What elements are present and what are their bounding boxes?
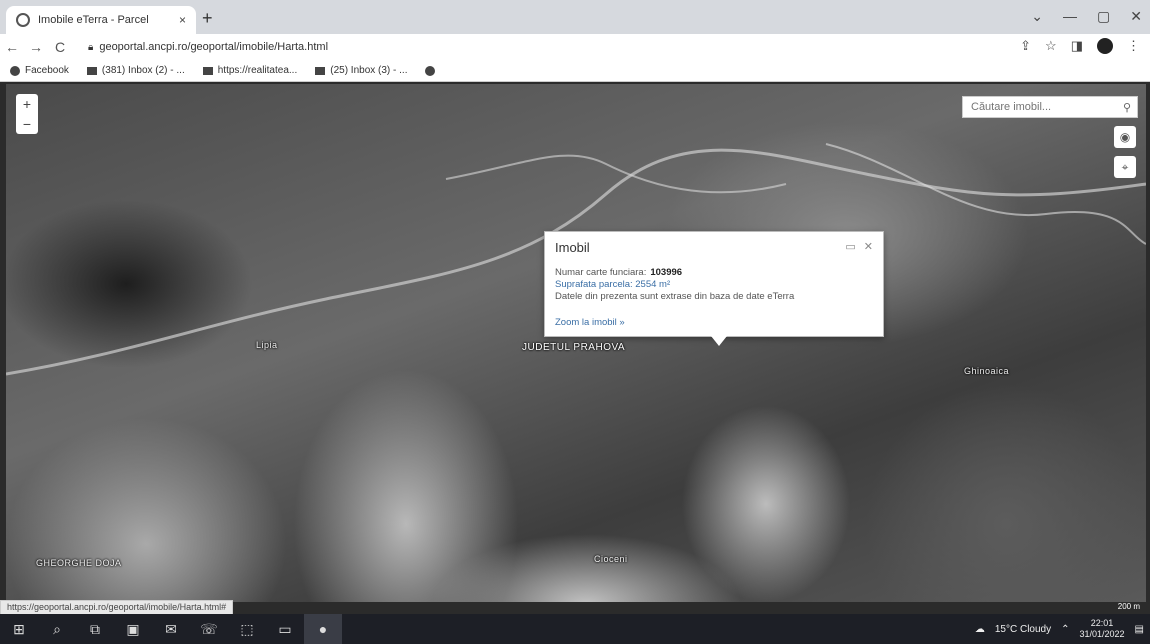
windows-taskbar: ⊞ ⌕ ⧉ ▣ ✉ ☏ ⬚ ▭ ● ☁ 15°C Cloudy ⌃ 22:01 … — [0, 614, 1150, 644]
bookmark-star-icon[interactable]: ☆ — [1045, 38, 1057, 54]
notification-icon[interactable]: ▤ — [1135, 624, 1144, 635]
bookmark-label: (381) Inbox (2) - ... — [101, 65, 185, 76]
browser-toolbar: ← → C 🔒︎ geoportal.ancpi.ro/geoportal/im… — [0, 34, 1150, 60]
map-label-village-right: Ghinoaica — [964, 366, 1010, 376]
url-text: geoportal.ancpi.ro/geoportal/imobile/Har… — [99, 41, 329, 53]
cadastral-label: Numar carte funciara: — [555, 267, 647, 278]
clock-time: 22:01 — [1090, 618, 1114, 628]
zoom-control: + − — [16, 94, 38, 134]
popup-title: Imobil — [555, 240, 590, 255]
locate-button[interactable]: ⌖ — [1114, 156, 1136, 178]
bookmark-item[interactable]: Facebook — [10, 65, 69, 76]
chrome-icon[interactable]: ● — [304, 614, 342, 644]
search-icon[interactable]: ⌕ — [38, 614, 76, 644]
file-explorer-icon[interactable]: ▭ — [266, 614, 304, 644]
tab-search-icon[interactable]: ⌄ — [1031, 8, 1043, 25]
mail-icon — [86, 66, 97, 75]
facebook-icon — [425, 65, 436, 76]
tab-title: Imobile eTerra - Parcel — [38, 14, 149, 26]
popup-actions: ▭ ✕ — [845, 240, 873, 253]
clock-date: 31/01/2022 — [1079, 629, 1125, 639]
news-icon — [202, 66, 213, 75]
toolbar-actions: ⇪ ☆ ◨ ⋮ — [1020, 38, 1140, 54]
clock[interactable]: 22:01 31/01/2022 — [1080, 618, 1125, 640]
start-icon[interactable]: ⊞ — [0, 614, 38, 644]
map-search-box: ⚲ — [962, 96, 1138, 118]
bookmark-item[interactable]: https://realitatea... — [202, 65, 298, 76]
lock-icon: 🔒︎ — [88, 41, 94, 53]
layers-button[interactable]: ◉ — [1114, 126, 1136, 148]
app-icon[interactable]: ▣ — [114, 614, 152, 644]
map-scale: 200 m — [1117, 602, 1140, 611]
network-icon[interactable]: ⌃ — [1061, 624, 1069, 635]
bookmark-label: (25) Inbox (3) - ... — [330, 65, 408, 76]
back-button[interactable]: ← — [0, 39, 24, 55]
maximize-button[interactable]: ▢ — [1097, 8, 1110, 25]
reload-button[interactable]: C — [48, 39, 72, 55]
app-icon[interactable]: ⬚ — [228, 614, 266, 644]
cadastral-number: 103996 — [650, 267, 683, 278]
tab-strip: Imobile eTerra - Parcel × + ⌄ — ▢ ✕ — [0, 0, 1150, 34]
phone-icon[interactable]: ☏ — [190, 614, 228, 644]
search-icon[interactable]: ⚲ — [1123, 101, 1131, 114]
bookmarks-bar: Facebook (381) Inbox (2) - ... https://r… — [0, 60, 1150, 82]
forward-button[interactable]: → — [24, 39, 48, 55]
bookmark-item[interactable]: (381) Inbox (2) - ... — [86, 65, 185, 76]
popup-row-source: Datele din prezenta sunt extrase din baz… — [555, 291, 795, 302]
system-tray: ☁ 15°C Cloudy ⌃ 22:01 31/01/2022 ▤ — [975, 614, 1144, 644]
zoom-to-parcel-link[interactable]: Zoom la imobil » — [555, 317, 873, 328]
weather-icon[interactable]: ☁ — [975, 624, 985, 635]
weather-text[interactable]: 15°C Cloudy — [995, 624, 1051, 635]
close-tab-icon[interactable]: × — [179, 13, 186, 27]
tab-active[interactable]: Imobile eTerra - Parcel × — [6, 6, 196, 34]
map-label-village-bottom-left: GHEORGHE DOJA — [36, 558, 122, 568]
minimize-button[interactable]: — — [1063, 8, 1077, 25]
task-view-icon[interactable]: ⧉ — [76, 614, 114, 644]
mail-icon — [315, 66, 326, 75]
bookmark-item[interactable]: (25) Inbox (3) - ... — [315, 65, 407, 76]
popup-row-area: Suprafata parcela: 2554 m² — [555, 279, 671, 290]
popup-row-cadastral: Numar carte funciara: 103996 — [555, 267, 873, 279]
share-icon[interactable]: ⇪ — [1020, 38, 1031, 54]
bookmark-item[interactable] — [425, 65, 436, 76]
globe-icon — [16, 13, 30, 27]
map-search-input[interactable] — [969, 100, 1123, 114]
close-window-button[interactable]: ✕ — [1130, 8, 1142, 25]
menu-icon[interactable]: ⋮ — [1127, 38, 1140, 54]
facebook-icon — [10, 65, 20, 76]
zoom-in-button[interactable]: + — [16, 94, 38, 114]
sidebar-icon[interactable]: ◨ — [1071, 38, 1083, 54]
zoom-out-button[interactable]: − — [16, 114, 38, 134]
maximize-popup-icon[interactable]: ▭ — [845, 240, 855, 253]
map-label-village-center: JUDETUL PRAHOVA — [522, 342, 626, 353]
mail-icon[interactable]: ✉ — [152, 614, 190, 644]
map-label-village-left: Lipia — [256, 340, 278, 350]
bookmark-label: Facebook — [25, 65, 69, 76]
parcel-info-popup: Imobil ▭ ✕ Numar carte funciara: 103996 S… — [544, 231, 884, 346]
map-label-village-bottom-mid: Cioceni — [594, 554, 628, 564]
address-bar[interactable]: 🔒︎ geoportal.ancpi.ro/geoportal/imobile/… — [88, 37, 1008, 57]
bookmark-label: https://realitatea... — [217, 65, 298, 76]
profile-avatar[interactable] — [1097, 38, 1113, 54]
map-canvas[interactable]: + − ⚲ ◉ ⌖ JUDETUL PRAHOVA Lipia Ghinoaic… — [6, 84, 1146, 602]
window-controls: ⌄ — ▢ ✕ — [1031, 8, 1142, 25]
new-tab-button[interactable]: + — [202, 8, 213, 29]
close-popup-icon[interactable]: ✕ — [864, 240, 873, 253]
